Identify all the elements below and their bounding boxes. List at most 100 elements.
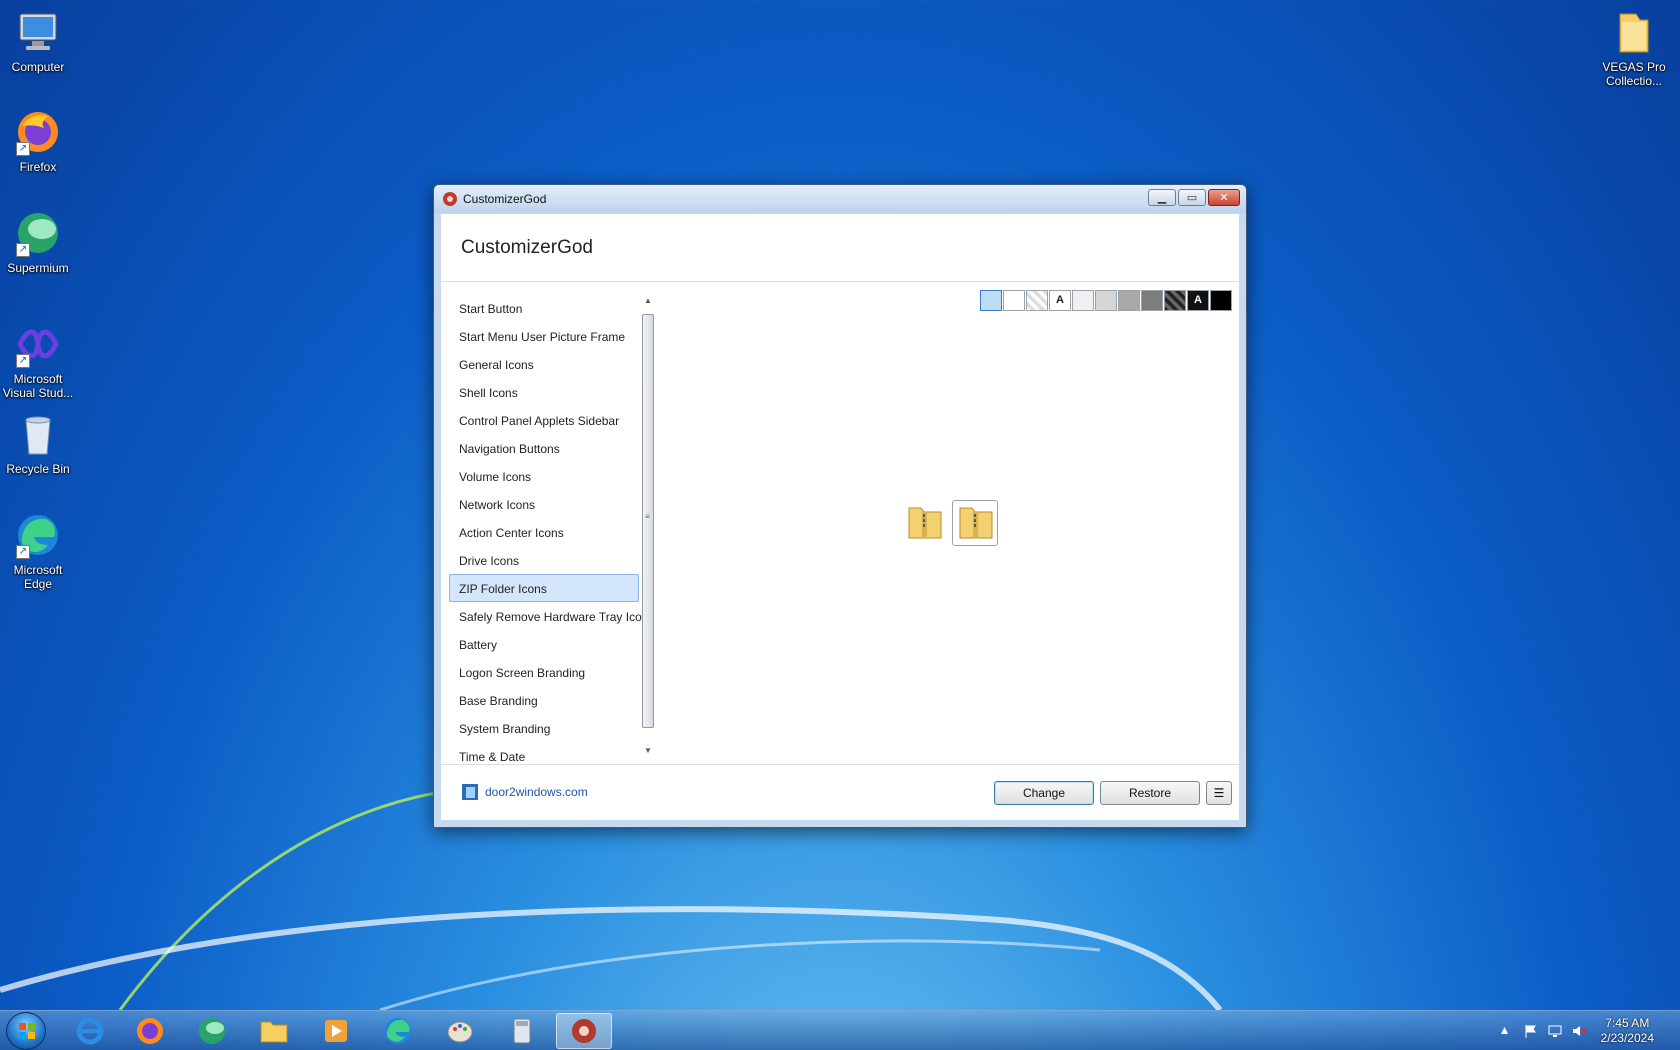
shortcut-arrow-icon: ↗ bbox=[16, 142, 30, 156]
swatch-black[interactable] bbox=[1210, 290, 1232, 311]
swatch-gray-1[interactable] bbox=[1072, 290, 1094, 311]
nav-item-general-icons[interactable]: General Icons bbox=[449, 350, 639, 378]
nav-item-start-button[interactable]: Start Button bbox=[449, 294, 639, 322]
nav-item-drive-icons[interactable]: Drive Icons bbox=[449, 546, 639, 574]
desktop-icon-label: VEGAS Pro Collectio... bbox=[1602, 60, 1666, 88]
desktop-icon-visual-studio[interactable]: ↗ Microsoft Visual Stud... bbox=[0, 320, 76, 400]
customizergod-window[interactable]: CustomizerGod ▁ ▭ ✕ CustomizerGod Start … bbox=[433, 184, 1247, 828]
door2windows-logo-icon bbox=[462, 784, 478, 800]
app-header-title: CustomizerGod bbox=[441, 214, 1239, 282]
edge-icon bbox=[385, 1018, 411, 1044]
swatch-gray-4[interactable] bbox=[1141, 290, 1163, 311]
shortcut-arrow-icon: ↗ bbox=[16, 545, 30, 559]
internet-explorer-icon bbox=[76, 1017, 104, 1045]
zip-folder-icon-small[interactable] bbox=[906, 504, 944, 542]
desktop-icon-label: Microsoft Visual Stud... bbox=[2, 372, 74, 400]
paint-palette-icon bbox=[447, 1021, 473, 1043]
swatch-gray-3[interactable] bbox=[1118, 290, 1140, 311]
desktop-icon-edge[interactable]: ↗ Microsoft Edge bbox=[0, 511, 76, 591]
window-titlebar[interactable]: CustomizerGod ▁ ▭ ✕ bbox=[434, 185, 1246, 213]
menu-button[interactable]: ☰ bbox=[1206, 781, 1232, 805]
folder-icon bbox=[1610, 8, 1658, 56]
start-button[interactable] bbox=[6, 1012, 46, 1050]
grip-icon: ≡ bbox=[645, 512, 650, 521]
maximize-icon: ▭ bbox=[1186, 192, 1198, 204]
taskbar-clock[interactable]: 7:45 AM 2/23/2024 bbox=[1601, 1016, 1654, 1046]
nav-item-navigation-buttons[interactable]: Navigation Buttons bbox=[449, 434, 639, 462]
desktop-icon-label: Recycle Bin bbox=[6, 462, 70, 476]
taskbar-firefox[interactable] bbox=[122, 1013, 178, 1049]
taskbar-media-player[interactable] bbox=[308, 1013, 364, 1049]
customizergod-app-icon bbox=[572, 1019, 596, 1043]
desktop-icon-recycle-bin[interactable]: Recycle Bin bbox=[0, 410, 76, 476]
nav-item-network-icons[interactable]: Network Icons bbox=[449, 490, 639, 518]
door2windows-link-label: door2windows.com bbox=[485, 785, 588, 799]
scroll-up-arrow-icon[interactable]: ▲ bbox=[641, 294, 655, 308]
taskbar-supermium[interactable] bbox=[184, 1013, 240, 1049]
taskbar-customizergod[interactable] bbox=[556, 1013, 612, 1049]
taskbar-internet-explorer[interactable] bbox=[62, 1013, 118, 1049]
restore-button[interactable]: Restore bbox=[1100, 781, 1200, 805]
category-scrollbar[interactable]: ▲ ≡ ▼ bbox=[641, 294, 655, 758]
nav-item-battery[interactable]: Battery bbox=[449, 630, 639, 658]
change-button[interactable]: Change bbox=[994, 781, 1094, 805]
door2windows-link[interactable]: door2windows.com bbox=[461, 783, 588, 801]
nav-item-control-panel-applets-sidebar[interactable]: Control Panel Applets Sidebar bbox=[449, 406, 639, 434]
nav-item-zip-folder-icons[interactable]: ZIP Folder Icons bbox=[449, 574, 639, 602]
zip-folder-icon-large bbox=[959, 507, 993, 539]
desktop-icon-label: Supermium bbox=[7, 261, 69, 275]
network-icon[interactable] bbox=[1547, 1023, 1563, 1039]
icon-preview-area bbox=[906, 500, 1016, 554]
desktop-icon-supermium[interactable]: ↗ Supermium bbox=[0, 209, 76, 275]
swatch-gray-2[interactable] bbox=[1095, 290, 1117, 311]
minimize-icon: ▁ bbox=[1157, 192, 1167, 204]
computer-icon bbox=[14, 8, 62, 56]
show-hidden-icons-chevron-icon[interactable]: ▲ bbox=[1499, 1023, 1515, 1039]
volume-muted-icon[interactable] bbox=[1571, 1023, 1587, 1039]
minimize-button[interactable]: ▁ bbox=[1148, 189, 1176, 206]
recycle-bin-icon bbox=[14, 410, 62, 458]
close-button[interactable]: ✕ bbox=[1208, 189, 1240, 206]
maximize-button[interactable]: ▭ bbox=[1178, 189, 1206, 206]
category-list[interactable]: Start Button Start Menu User Picture Fra… bbox=[449, 294, 648, 764]
desktop-icon-firefox[interactable]: ↗ Firefox bbox=[0, 108, 76, 174]
taskbar-calculator[interactable] bbox=[494, 1013, 550, 1049]
media-player-icon bbox=[325, 1020, 347, 1042]
clock-date: 2/23/2024 bbox=[1600, 1031, 1654, 1045]
calculator-icon bbox=[513, 1018, 531, 1044]
zip-folder-icon-frame[interactable] bbox=[952, 500, 998, 546]
nav-item-logon-screen-branding[interactable]: Logon Screen Branding bbox=[449, 658, 639, 686]
folder-icon bbox=[260, 1021, 288, 1043]
taskbar-paint[interactable] bbox=[432, 1013, 488, 1049]
nav-item-base-branding[interactable]: Base Branding bbox=[449, 686, 639, 714]
desktop-icon-label: Firefox bbox=[19, 160, 57, 174]
swatch-checker-dark[interactable] bbox=[1164, 290, 1186, 311]
desktop-icon-label: Microsoft Edge bbox=[13, 563, 63, 591]
nav-item-action-center-icons[interactable]: Action Center Icons bbox=[449, 518, 639, 546]
taskbar-edge[interactable] bbox=[370, 1013, 426, 1049]
taskbar-file-explorer[interactable] bbox=[246, 1013, 302, 1049]
scrollbar-thumb[interactable]: ≡ bbox=[642, 314, 654, 728]
desktop-icon-vegas-folder[interactable]: VEGAS Pro Collectio... bbox=[1596, 8, 1672, 88]
nav-item-system-branding[interactable]: System Branding bbox=[449, 714, 639, 742]
supermium-icon: ↗ bbox=[14, 209, 62, 257]
supermium-icon bbox=[199, 1018, 225, 1044]
swatch-checker-light[interactable] bbox=[1026, 290, 1048, 311]
windows-logo-icon bbox=[19, 1023, 35, 1039]
nav-item-volume-icons[interactable]: Volume Icons bbox=[449, 462, 639, 490]
window-title: CustomizerGod bbox=[463, 192, 547, 206]
nav-item-start-menu-user-picture-frame[interactable]: Start Menu User Picture Frame bbox=[449, 322, 639, 350]
desktop-icon-label: Computer bbox=[11, 60, 65, 74]
nav-item-safely-remove-hardware-tray-icon[interactable]: Safely Remove Hardware Tray Icon bbox=[449, 602, 648, 630]
swatch-white[interactable] bbox=[1003, 290, 1025, 311]
firefox-icon bbox=[137, 1018, 163, 1044]
nav-item-shell-icons[interactable]: Shell Icons bbox=[449, 378, 639, 406]
scroll-down-arrow-icon[interactable]: ▼ bbox=[641, 744, 655, 758]
swatch-light-blue[interactable] bbox=[980, 290, 1002, 311]
action-center-flag-icon[interactable] bbox=[1523, 1023, 1539, 1039]
taskbar: ▲ 7:45 AM 2/23/2024 bbox=[0, 1010, 1680, 1050]
desktop-icon-computer[interactable]: Computer bbox=[0, 8, 76, 74]
swatch-black-text[interactable]: A bbox=[1187, 290, 1209, 311]
shortcut-arrow-icon: ↗ bbox=[16, 243, 30, 257]
swatch-white-text[interactable]: A bbox=[1049, 290, 1071, 311]
